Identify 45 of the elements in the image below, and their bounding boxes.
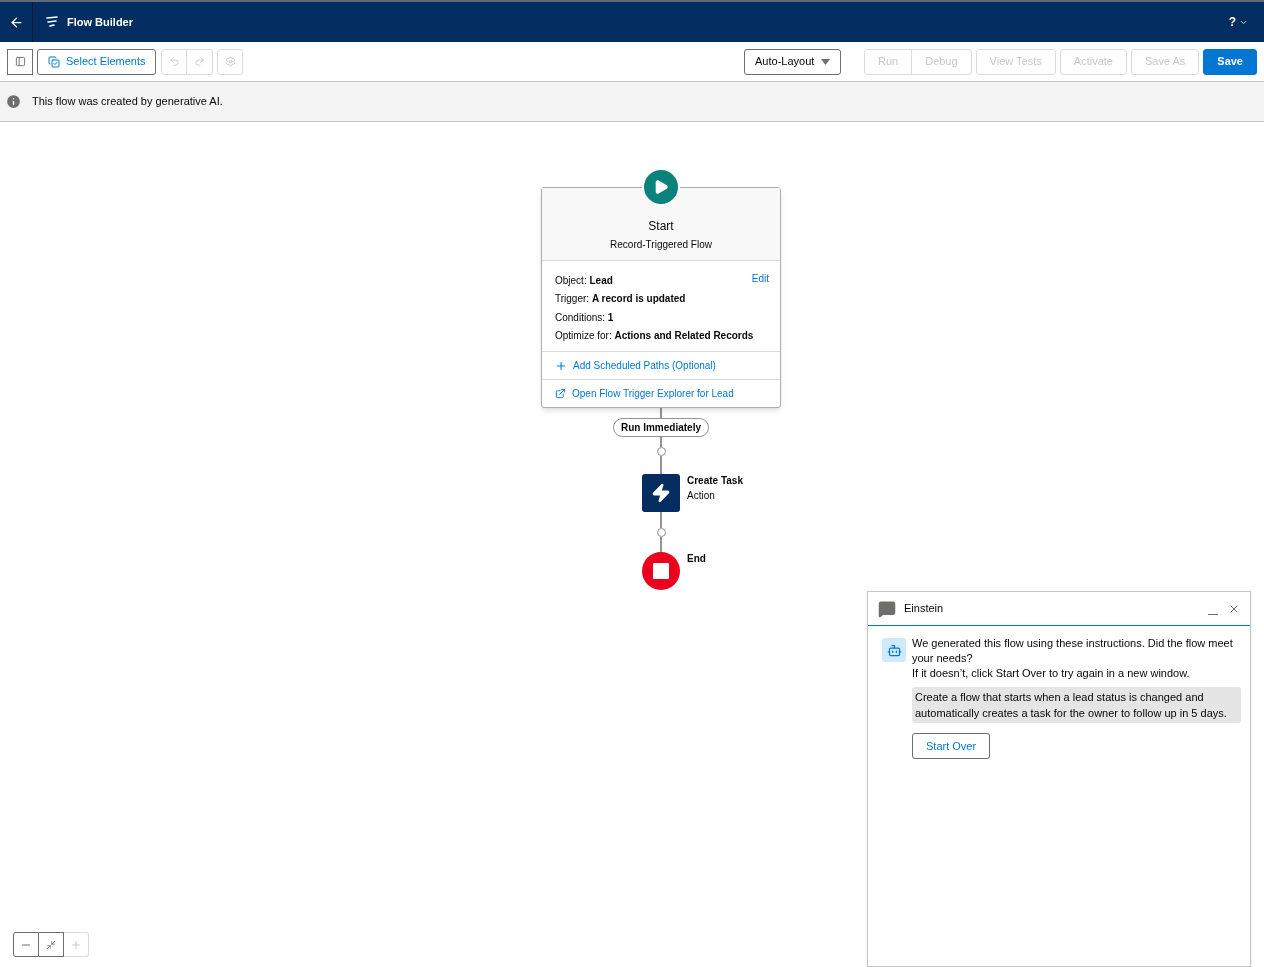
trigger-detail: Optimize for: Actions and Related Records — [555, 329, 754, 344]
action-node[interactable] — [642, 474, 680, 512]
play-icon — [653, 179, 669, 195]
redo-icon — [194, 56, 206, 67]
end-node[interactable] — [642, 552, 680, 590]
plus-icon — [70, 938, 82, 951]
fit-view-button[interactable] — [39, 932, 64, 957]
toolbar-button[interactable]: Save — [1203, 48, 1257, 75]
trigger-detail: Object: Lead — [555, 273, 613, 288]
panel-toggle-button[interactable] — [7, 48, 33, 75]
start-subtitle: Record-Triggered Flow — [610, 238, 712, 252]
external-link-icon — [555, 388, 566, 399]
dropdown-caret-icon — [821, 58, 830, 65]
card-link[interactable]: Open Flow Trigger Explorer for Lead — [542, 379, 780, 407]
flow-logo-icon — [45, 15, 59, 29]
shrink-arrows-icon — [46, 939, 56, 950]
lightning-icon — [651, 483, 671, 503]
start-title: Start — [648, 218, 674, 235]
plus-icon — [555, 359, 567, 372]
node-title: End — [687, 552, 706, 566]
node-subtitle: Action — [687, 489, 716, 503]
start-over-button[interactable]: Start Over — [912, 733, 991, 759]
checked-copies-icon — [48, 55, 60, 68]
zoom-out-button[interactable] — [13, 932, 39, 957]
trigger-detail: Trigger: A record is updated — [555, 292, 686, 307]
panel-title: Einstein — [904, 601, 944, 617]
chat-icon — [878, 599, 896, 618]
info-icon — [5, 93, 22, 110]
stop-square-icon — [653, 563, 669, 579]
undo-icon — [169, 56, 180, 67]
node-title: Create Task — [687, 474, 743, 488]
prompt-text: Create a flow that starts when a lead status is changed and automatically creates a task for the owner to follow up in 5 days. — [912, 687, 1241, 723]
select-elements-button[interactable]: Select Elements — [37, 48, 157, 75]
minimize-icon — [1208, 613, 1218, 615]
panel-icon — [14, 56, 26, 67]
settings-icon — [225, 56, 236, 67]
trigger-detail: Conditions: 1 — [555, 310, 614, 325]
layout-dropdown[interactable]: Auto-Layout — [744, 48, 841, 75]
banner-text: This flow was created by generative AI. — [32, 94, 223, 110]
card-link[interactable]: Add Scheduled Paths (Optional) — [542, 351, 780, 379]
app-title: Flow Builder — [67, 14, 133, 30]
message-text: We generated this flow using these instructions. Did the flow meet your needs? — [912, 636, 1234, 666]
edit-link[interactable]: Edit — [751, 271, 769, 286]
help-menu[interactable]: ? — [1228, 13, 1248, 31]
message-text: If it doesn’t, click Start Over to try again in a new window. — [912, 666, 1191, 681]
